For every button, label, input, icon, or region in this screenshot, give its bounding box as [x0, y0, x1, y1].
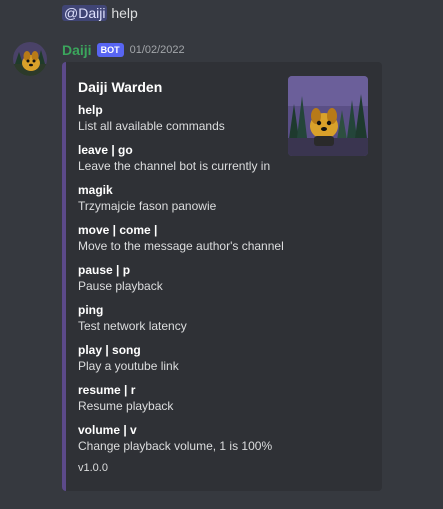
embed-field: move | come | Move to the message author… [78, 222, 358, 254]
embed-field: play | song Play a youtube link [78, 342, 358, 374]
embed-field: volume | v Change playback volume, 1 is … [78, 422, 358, 454]
field-name: resume | r [78, 383, 136, 397]
embed-field: resume | r Resume playback [78, 382, 358, 414]
field-name: ping [78, 303, 104, 317]
bot-tag: BOT [96, 43, 124, 57]
dog-avatar-icon [13, 42, 47, 76]
field-name: magik [78, 183, 113, 197]
embed-field: help List all available commands [78, 102, 358, 134]
embed-fields: help List all available commands leave |… [78, 102, 358, 462]
field-value: Pause playback [78, 279, 163, 293]
field-value: Test network latency [78, 319, 187, 333]
message-timestamp: 01/02/2022 [129, 44, 185, 56]
embed: Daiji Warden help List all available com… [62, 62, 382, 491]
author-name[interactable]: Daiji [62, 42, 92, 58]
avatar[interactable] [13, 42, 47, 76]
field-name: move | come | [78, 223, 158, 237]
field-value: Resume playback [78, 399, 174, 413]
field-value: Leave the channel bot is currently in [78, 159, 271, 173]
field-value: Trzymajcie fason panowie [78, 199, 217, 213]
embed-field: magik Trzymajcie fason panowie [78, 182, 358, 214]
embed-title: Daiji Warden [78, 79, 163, 95]
field-name: volume | v [78, 423, 137, 437]
previous-message: @Daiji help [62, 4, 138, 22]
embed-field: pause | p Pause playback [78, 262, 358, 294]
field-value: Play a youtube link [78, 359, 179, 373]
field-value: Move to the message author's channel [78, 239, 284, 253]
message-header: Daiji BOT 01/02/2022 [62, 41, 185, 59]
embed-field: ping Test network latency [78, 302, 358, 334]
embed-footer: v1.0.0 [78, 462, 108, 474]
field-value: List all available commands [78, 119, 225, 133]
field-value: Change playback volume, 1 is 100% [78, 439, 273, 453]
field-name: pause | p [78, 263, 131, 277]
previous-message-text: help [107, 5, 138, 21]
field-name: help [78, 103, 103, 117]
field-name: leave | go [78, 143, 133, 157]
field-name: play | song [78, 343, 141, 357]
user-mention[interactable]: @Daiji [62, 5, 108, 21]
embed-field: leave | go Leave the channel bot is curr… [78, 142, 358, 174]
